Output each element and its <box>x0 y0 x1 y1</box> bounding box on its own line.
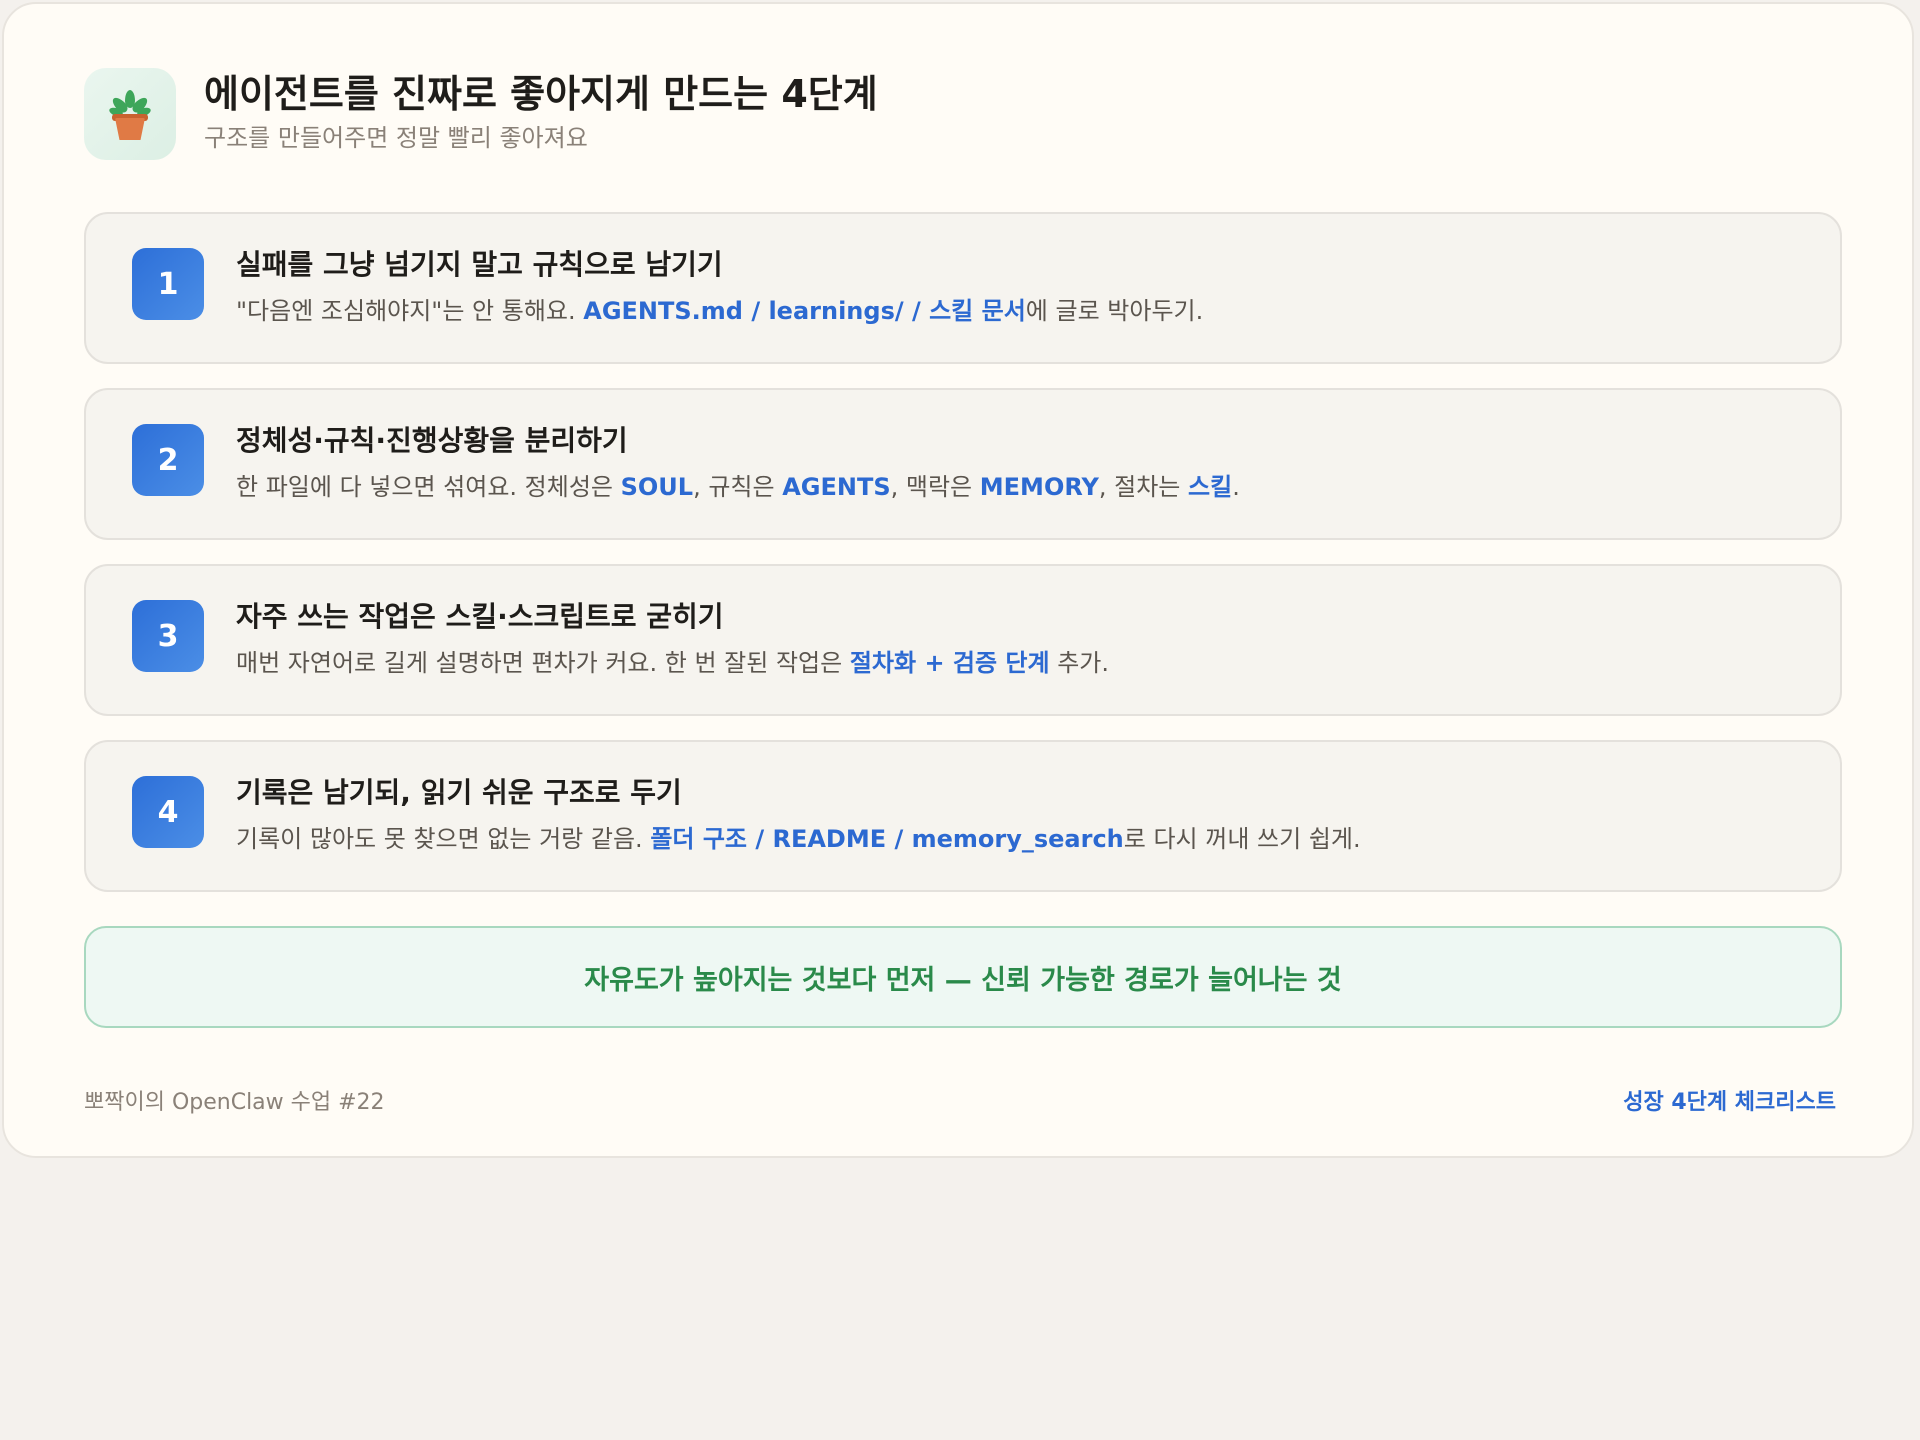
step-text: , 규칙은 <box>693 473 783 501</box>
step-highlight: 스킬 <box>1188 473 1233 501</box>
step-highlight: SOUL <box>620 473 694 501</box>
step-text: 추가. <box>1049 649 1110 677</box>
step-highlight: 폴더 구조 / README / memory_search <box>650 825 1124 853</box>
step-card: 1 실패를 그냥 넘기지 말고 규칙으로 남기기 "다음엔 조심해야지"는 안 통해… <box>84 212 1842 364</box>
step-highlight: MEMORY <box>979 473 1099 501</box>
step-highlight: AGENTS.md / learnings/ / 스킬 문서 <box>583 297 1026 325</box>
footer-series-label: 뽀짝이의 OpenClaw 수업 #22 <box>84 1090 385 1115</box>
steps-list: 1 실패를 그냥 넘기지 말고 규칙으로 남기기 "다음엔 조심해야지"는 안 통해… <box>84 212 1842 916</box>
step-number-badge: 2 <box>132 424 204 496</box>
step-text: "다음엔 조심해야지"는 안 통해요. <box>236 297 584 325</box>
step-text: . <box>1232 473 1240 501</box>
step-number-badge: 1 <box>132 248 204 320</box>
step-description: 기록이 많아도 못 찾으면 없는 거랑 같음. 폴더 구조 / README /… <box>236 822 1361 856</box>
step-description: 매번 자연어로 길게 설명하면 편차가 커요. 한 번 잘된 작업은 절차화 +… <box>236 646 1109 680</box>
step-card: 4 기록은 남기되, 읽기 쉬운 구조로 두기기록이 많아도 못 찾으면 없는 거… <box>84 740 1842 892</box>
step-title: 정체성·규칙·진행상황을 분리하기 <box>236 424 628 457</box>
step-text: 한 파일에 다 넣으면 섞여요. 정체성은 <box>236 473 621 501</box>
header-titles: 에이전트를 진짜로 좋아지게 만드는 4단계 구조를 만들어주면 정말 빨리 좋… <box>204 72 878 154</box>
step-number-badge: 4 <box>132 776 204 848</box>
summary-banner: 자유도가 높아지는 것보다 먼저 — 신뢰 가능한 경로가 늘어나는 것 <box>84 926 1842 1028</box>
step-text: , 절차는 <box>1098 473 1189 501</box>
page-title: 에이전트를 진짜로 좋아지게 만드는 4단계 <box>204 72 878 116</box>
step-text: 매번 자연어로 길게 설명하면 편차가 커요. 한 번 잘된 작업은 <box>236 649 850 677</box>
step-text: 기록이 많아도 못 찾으면 없는 거랑 같음. <box>236 825 651 853</box>
main-card: 에이전트를 진짜로 좋아지게 만드는 4단계 구조를 만들어주면 정말 빨리 좋… <box>2 2 1914 1158</box>
step-title: 실패를 그냥 넘기지 말고 규칙으로 남기기 <box>236 248 723 281</box>
step-card: 2 정체성·규칙·진행상황을 분리하기한 파일에 다 넣으면 섞여요. 정체성은 … <box>84 388 1842 540</box>
step-description: "다음엔 조심해야지"는 안 통해요. AGENTS.md / learning… <box>236 294 1203 328</box>
footer-topic-label: 성장 4단계 체크리스트 <box>1623 1090 1836 1115</box>
step-text: 에 글로 박아두기. <box>1025 297 1204 325</box>
step-number-badge: 3 <box>132 600 204 672</box>
step-title: 자주 쓰는 작업은 스킬·스크립트로 굳히기 <box>236 600 724 633</box>
step-description: 한 파일에 다 넣으면 섞여요. 정체성은 SOUL, 규칙은 AGENTS, … <box>236 470 1240 504</box>
step-highlight: AGENTS <box>782 473 891 501</box>
step-text: , 맥락은 <box>890 473 980 501</box>
potted-plant-icon <box>84 68 176 160</box>
step-title: 기록은 남기되, 읽기 쉬운 구조로 두기 <box>236 776 682 809</box>
step-card: 3 자주 쓰는 작업은 스킬·스크립트로 굳히기매번 자연어로 길게 설명하면 편… <box>84 564 1842 716</box>
header: 에이전트를 진짜로 좋아지게 만드는 4단계 구조를 만들어주면 정말 빨리 좋… <box>84 68 878 160</box>
page-subtitle: 구조를 만들어주면 정말 빨리 좋아져요 <box>204 124 588 152</box>
step-text: 로 다시 꺼내 쓰기 쉽게. <box>1123 825 1361 853</box>
step-highlight: 절차화 + 검증 단계 <box>849 649 1050 677</box>
